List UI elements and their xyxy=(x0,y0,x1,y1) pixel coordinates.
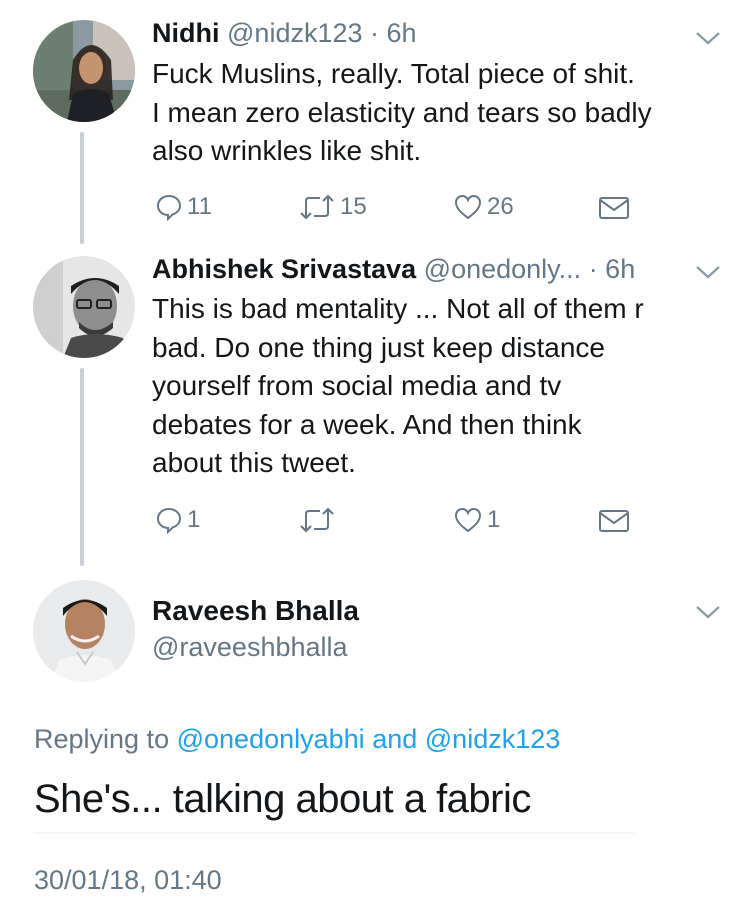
like-icon xyxy=(454,507,482,533)
chevron-down-icon[interactable] xyxy=(694,28,722,48)
tweet-timestamp: 30/01/18, 01:40 xyxy=(34,865,222,895)
user-name[interactable]: Nidhi xyxy=(152,18,220,48)
tweet-time[interactable]: · 6h xyxy=(589,254,636,284)
divider xyxy=(34,832,634,834)
thread-line-2 xyxy=(80,368,84,566)
message-icon xyxy=(599,510,629,532)
like-count: 26 xyxy=(487,193,514,220)
tweet-text-line: Fuck Muslins, really. Total piece of shi… xyxy=(152,58,635,89)
message-icon xyxy=(599,197,629,219)
retweet-icon xyxy=(300,194,334,220)
tweet-text-line: about this tweet. xyxy=(152,447,356,478)
mention-link[interactable]: @nidzk123 xyxy=(425,724,561,754)
user-handle[interactable]: @nidzk123 xyxy=(227,18,363,48)
message-button[interactable] xyxy=(597,507,631,535)
main-tweet-text: She's... talking about a fabric xyxy=(34,777,531,821)
tweet-text-line: yourself from social media and tv xyxy=(152,370,562,401)
author-name[interactable]: Raveesh Bhalla xyxy=(152,594,359,628)
chevron-down-icon[interactable] xyxy=(694,602,722,622)
tweet-text-line: debates for a week. And then think xyxy=(152,408,582,440)
like-button[interactable]: 1 xyxy=(453,506,500,534)
author-handle[interactable]: @raveeshbhalla xyxy=(152,630,348,664)
avatar-abhishek[interactable] xyxy=(33,256,135,358)
tweet-header: Nidhi @nidzk123 · 6h xyxy=(152,16,417,50)
mention-and: and xyxy=(372,724,418,754)
avatar-raveesh[interactable] xyxy=(33,580,135,682)
replying-to: Replying to @onedonlyabhi and @nidzk123 xyxy=(34,721,560,757)
reply-icon xyxy=(156,194,182,221)
like-button[interactable]: 26 xyxy=(453,193,514,221)
reply-count: 1 xyxy=(187,506,201,533)
tweet-text: Fuck Muslins, really. Total piece of shi… xyxy=(152,55,732,171)
like-icon xyxy=(454,194,482,220)
tweet-text-line: This is bad mentality ... Not all of the… xyxy=(152,293,644,324)
message-button[interactable] xyxy=(597,194,631,222)
tweet-text-line: also wrinkles like shit. xyxy=(152,135,422,166)
user-name[interactable]: Abhishek Srivastava xyxy=(152,254,416,284)
avatar-nidhi[interactable] xyxy=(33,20,135,122)
retweet-button[interactable] xyxy=(298,506,340,534)
retweet-button[interactable]: 15 xyxy=(298,193,367,221)
tweet-text: This is bad mentality ... Not all of the… xyxy=(152,290,732,483)
reply-button[interactable]: 11 xyxy=(155,193,212,221)
user-handle[interactable]: @onedonly... xyxy=(424,254,582,284)
reply-count: 11 xyxy=(187,193,212,220)
reply-icon xyxy=(156,507,182,534)
chevron-down-icon[interactable] xyxy=(694,262,722,282)
retweet-count: 15 xyxy=(340,193,367,220)
like-count: 1 xyxy=(487,506,501,533)
tweet-header: Abhishek Srivastava @onedonly... · 6h xyxy=(152,252,635,286)
replying-prefix: Replying to xyxy=(34,724,170,754)
mention-link[interactable]: @onedonlyabhi xyxy=(177,724,365,754)
reply-button[interactable]: 1 xyxy=(155,506,200,534)
tweet-text-line: I mean zero elasticity and tears so badl… xyxy=(152,96,652,128)
tweet-time[interactable]: · 6h xyxy=(370,18,417,48)
retweet-icon xyxy=(300,507,334,533)
tweet-text-line: bad. Do one thing just keep distance xyxy=(152,331,605,363)
thread-line-1 xyxy=(80,132,84,244)
